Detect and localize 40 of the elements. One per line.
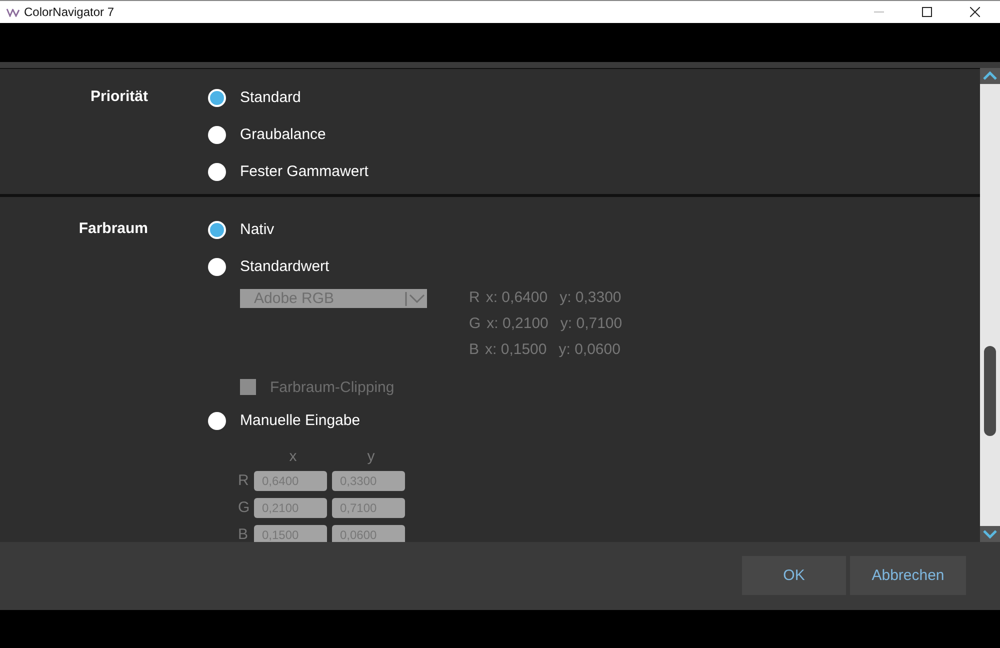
radio-button[interactable] <box>208 220 226 238</box>
radio-button[interactable] <box>208 88 226 106</box>
coordinate-value: y: 0,0600 <box>558 340 620 358</box>
channel-label: G <box>238 499 251 516</box>
checkbox-label: Farbraum-Clipping <box>270 378 394 396</box>
caret-icon <box>405 292 425 306</box>
coordinate-value: x: 0,2100 <box>486 314 548 332</box>
coordinate-value: y: 0,7100 <box>560 314 622 332</box>
coordinate-value: x: 0,1500 <box>485 340 547 358</box>
channel-label: B <box>469 340 480 358</box>
close-icon[interactable] <box>970 7 980 17</box>
section-label: Priorität <box>90 88 148 105</box>
scroll-up-icon[interactable] <box>980 68 1000 84</box>
scrollbar[interactable] <box>980 68 1000 542</box>
coordinate-value: y: 0,3300 <box>560 288 622 306</box>
coordinate-value: x: 0,6400 <box>486 288 548 306</box>
column-header: x <box>289 448 297 464</box>
scrollbar-thumb[interactable] <box>984 346 996 436</box>
column-header: y <box>367 448 375 464</box>
maximize-icon[interactable] <box>922 7 932 17</box>
section-label: Farbraum <box>78 220 148 237</box>
option-label: Standard <box>240 89 301 106</box>
option-label: Nativ <box>240 221 274 238</box>
app-logo-icon <box>6 7 20 17</box>
radio-button[interactable] <box>208 126 226 144</box>
channel-label: R <box>469 288 480 306</box>
radio-button[interactable] <box>208 162 226 180</box>
option-label: Graubalance <box>240 126 326 143</box>
window-title: ColorNavigator 7 <box>24 5 114 19</box>
radio-button[interactable] <box>208 258 226 276</box>
channel-label: G <box>469 314 481 332</box>
scroll-down-icon[interactable] <box>980 526 1000 542</box>
radio-button[interactable] <box>208 412 226 430</box>
dialog-button[interactable]: OK <box>742 556 846 594</box>
option-label: Fester Gammawert <box>240 163 368 180</box>
channel-label: R <box>238 472 250 489</box>
option-label: Standardwert <box>240 258 330 275</box>
channel-label: B <box>238 526 250 542</box>
option-label: Manuelle Eingabe <box>240 412 360 429</box>
dialog-button[interactable]: Abbrechen <box>850 556 966 594</box>
